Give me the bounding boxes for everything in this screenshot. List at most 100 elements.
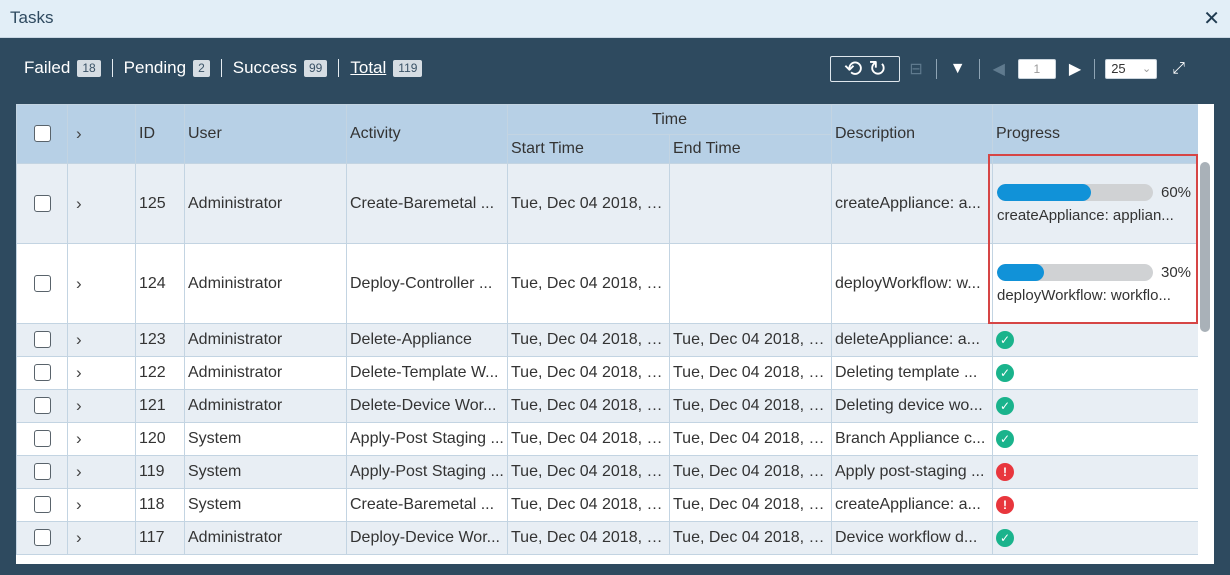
table-row[interactable]: › 120 System Apply-Post Staging ... Tue,… [16,422,1199,456]
cell-description: deployWorkflow: w... [831,243,993,324]
stat-total[interactable]: Total 119 [350,58,423,78]
table-row[interactable]: › 118 System Create-Baremetal ... Tue, D… [16,488,1199,522]
cell-progress: 60% createAppliance: applian... [992,163,1199,244]
stat-pending[interactable]: Pending 2 [124,58,210,78]
cell-start-time: Tue, Dec 04 2018, 0... [507,422,670,456]
cell-activity: Deploy-Device Wor... [346,521,508,555]
tasks-panel: Failed 18 Pending 2 Success 99 Total 119… [0,38,1230,575]
chevron-right-icon[interactable]: › [76,429,82,448]
table-header: › ID User Activity Time Description Prog… [16,104,1199,164]
stat-failed[interactable]: Failed 18 [24,58,101,78]
check-circle-icon: ✓ [996,430,1014,448]
exclamation-circle-icon: ! [996,463,1014,481]
row-expand-cell: › [67,389,136,423]
stat-success[interactable]: Success 99 [233,58,328,78]
auto-refresh-icon[interactable]: ⟲ [844,58,862,80]
row-checkbox[interactable] [33,364,51,382]
progress-description: deployWorkflow: workflo... [997,286,1171,304]
page-size-select[interactable]: 25 ⌄ [1105,59,1158,79]
divider [978,59,980,79]
chevron-right-icon[interactable]: › [76,330,82,349]
col-start-time[interactable]: Start Time [507,134,670,164]
cell-activity: Delete-Template W... [346,356,508,390]
cell-user: System [184,488,347,522]
scrollbar-thumb[interactable] [1200,162,1210,332]
row-select-cell [16,243,68,324]
row-checkbox[interactable] [33,331,51,349]
chevron-right-icon[interactable]: › [76,528,82,547]
row-checkbox[interactable] [33,194,51,212]
cell-progress: ✓ [992,356,1199,390]
cell-id: 117 [135,521,185,555]
cell-end-time: Tue, Dec 04 2018, 0... [669,488,832,522]
prev-page-icon[interactable]: ◀ [993,59,1005,79]
cell-activity: Apply-Post Staging ... [346,422,508,456]
table-row[interactable]: › 121 Administrator Delete-Device Wor...… [16,389,1199,423]
cell-end-time: Tue, Dec 04 2018, 0... [669,422,832,456]
row-select-cell [16,455,68,489]
progress-percent: 30% [1161,263,1192,281]
chevron-right-icon[interactable]: › [76,274,82,293]
row-checkbox[interactable] [33,529,51,547]
row-checkbox[interactable] [33,463,51,481]
cell-start-time: Tue, Dec 04 2018, 0... [507,521,670,555]
row-select-cell [16,323,68,357]
col-activity[interactable]: Activity [346,104,508,164]
tasks-table: › ID User Activity Time Description Prog… [16,104,1199,555]
row-checkbox[interactable] [33,430,51,448]
row-select-cell [16,389,68,423]
row-expand-cell: › [67,422,136,456]
col-description[interactable]: Description [831,104,993,164]
refresh-icon[interactable]: ↻ [868,58,886,80]
divider [111,59,113,77]
table-row[interactable]: › 124 Administrator Deploy-Controller ..… [16,243,1199,324]
cell-activity: Deploy-Controller ... [346,243,508,324]
cell-end-time [669,243,832,324]
cell-progress: ✓ [992,422,1199,456]
close-icon[interactable]: ✕ [1203,6,1220,31]
table-row[interactable]: › 125 Administrator Create-Baremetal ...… [16,163,1199,244]
chevron-right-icon[interactable]: › [76,396,82,415]
row-select-cell [16,163,68,244]
tasks-grid: › ID User Activity Time Description Prog… [16,104,1214,564]
stat-total-label: Total [350,58,387,77]
table-row[interactable]: › 119 System Apply-Post Staging ... Tue,… [16,455,1199,489]
row-checkbox[interactable] [33,274,51,292]
row-checkbox[interactable] [33,397,51,415]
fullscreen-icon[interactable]: ⤢ [1172,60,1185,78]
table-row[interactable]: › 117 Administrator Deploy-Device Wor...… [16,521,1199,555]
toolbar: Failed 18 Pending 2 Success 99 Total 119… [0,38,1230,104]
page-number-input[interactable]: 1 [1017,59,1056,79]
cell-start-time: Tue, Dec 04 2018, 0... [507,455,670,489]
cell-id: 118 [135,488,185,522]
cell-start-time: Tue, Dec 04 2018, 1... [507,243,670,324]
progress-fill [997,183,1091,201]
row-checkbox[interactable] [33,496,51,514]
row-select-cell [16,356,68,390]
col-end-time[interactable]: End Time [669,134,832,164]
filter-icon[interactable]: ▼ [950,60,966,78]
chevron-right-icon[interactable]: › [76,194,82,213]
cell-progress: ✓ [992,323,1199,357]
table-row[interactable]: › 122 Administrator Delete-Template W...… [16,356,1199,390]
select-all-checkbox[interactable] [33,125,51,143]
cell-activity: Delete-Appliance [346,323,508,357]
cell-user: Administrator [184,521,347,555]
stat-success-label: Success [232,58,297,77]
chevron-down-icon: ⌄ [1141,63,1152,75]
chevron-right-icon[interactable]: › [76,495,82,514]
chevron-right-icon[interactable]: › [76,462,82,481]
table-row[interactable]: › 123 Administrator Delete-Appliance Tue… [16,323,1199,357]
cell-progress: ! [992,455,1199,489]
stat-success-count: 99 [304,59,328,77]
col-id[interactable]: ID [135,104,185,164]
cell-user: Administrator [184,356,347,390]
col-user[interactable]: User [184,104,347,164]
row-select-cell [16,488,68,522]
collapse-all-icon[interactable]: ⊟ [909,59,922,79]
col-progress[interactable]: Progress [992,104,1199,164]
chevron-right-icon[interactable]: › [76,124,82,143]
chevron-right-icon[interactable]: › [76,363,82,382]
vertical-scrollbar[interactable] [1198,104,1212,564]
next-page-icon[interactable]: ▶ [1069,59,1081,79]
